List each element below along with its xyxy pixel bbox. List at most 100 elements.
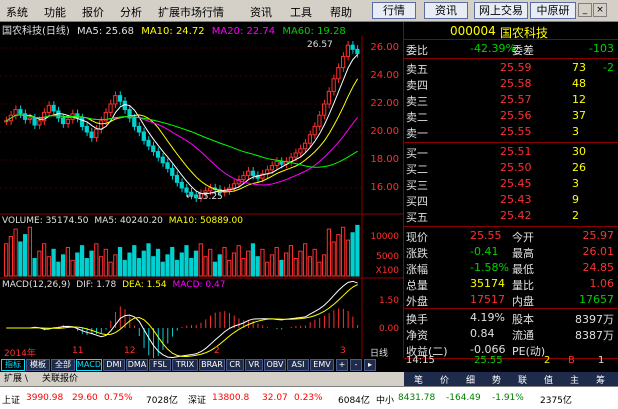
menu-quote[interactable]: 报价 <box>82 4 104 20</box>
volume-bar <box>13 228 18 277</box>
tab-obv[interactable]: OBV <box>264 359 286 371</box>
tab-related-quotes[interactable]: 关联报价 <box>42 373 78 385</box>
candle <box>75 113 80 119</box>
bid-price: 25.45 <box>500 177 532 190</box>
tab-trix[interactable]: TRIX <box>172 359 198 371</box>
stat-value: 1.06 <box>589 277 615 290</box>
tab-cr[interactable]: CR <box>226 359 244 371</box>
tab-trend[interactable]: 势 <box>492 373 501 386</box>
candle <box>84 125 89 133</box>
stat-label: 现价 <box>406 231 428 244</box>
fund-value: 8387万 <box>575 329 614 342</box>
quote-button[interactable]: 行情 <box>372 2 416 19</box>
macd-tick: 1.50 <box>378 296 399 306</box>
volume-bar <box>146 243 151 277</box>
stock-name: 国农科技 <box>500 26 549 40</box>
tab-related[interactable]: 联 <box>518 373 527 386</box>
candle <box>298 148 303 154</box>
volume-bar <box>269 254 275 277</box>
tab-all[interactable]: 全部 <box>51 359 75 371</box>
tab-extension[interactable]: 扩展 \ <box>4 373 28 385</box>
tab-macd[interactable]: MACD <box>76 359 102 371</box>
tab-template[interactable]: 模板 <box>26 359 50 371</box>
tab-brar[interactable]: BRAR <box>199 359 225 371</box>
volume-bar <box>22 234 28 277</box>
tab-asi[interactable]: ASI <box>287 359 309 371</box>
tab-dmi[interactable]: DMI <box>103 359 125 371</box>
weibi-row: 委比 -42.39% 委差 -103 <box>404 41 618 57</box>
tab-detail[interactable]: 细 <box>466 373 475 386</box>
tab-price[interactable]: 价 <box>440 373 449 386</box>
tab-chips[interactable]: 筹 <box>596 373 605 386</box>
ask-price: 25.59 <box>500 61 532 74</box>
online-trade-button[interactable]: 网上交易 <box>474 2 528 19</box>
candle <box>151 145 156 153</box>
bid-label: 买二 <box>406 163 428 176</box>
menu-extended-market[interactable]: 扩展市场行情 <box>158 4 224 20</box>
add-indicator-button[interactable]: + <box>336 359 348 371</box>
volume-bar <box>18 241 23 277</box>
weibi-label: 委比 <box>406 44 428 57</box>
info-button[interactable]: 资讯 <box>424 2 468 19</box>
sh-index: 3990.98 <box>26 393 64 403</box>
volume-value: VOLUME: 35174.50 <box>2 216 89 226</box>
volume-bar <box>84 258 89 277</box>
volume-bar <box>151 256 156 277</box>
ask-label: 卖一 <box>406 127 428 140</box>
volume-tick: 5000 <box>376 252 399 262</box>
menu-system[interactable]: 系统 <box>6 4 28 20</box>
tick-direction: B <box>568 355 575 366</box>
bid-row: 买一 25.51 30 <box>404 144 618 160</box>
fund-label: 流通 <box>512 329 534 342</box>
volume-bar <box>160 261 165 277</box>
kline-chart-panel[interactable]: 国农科技(日线) MA5: 25.68 MA10: 24.72 MA20: 22… <box>0 22 404 359</box>
quote-bottom-tabs: 笔 价 细 势 联 值 主 筹 <box>404 372 618 386</box>
volume-bar <box>246 250 251 277</box>
broker-research-button[interactable]: 中原研 <box>530 2 576 19</box>
x-tick: 12 <box>124 346 136 356</box>
menu-info[interactable]: 资讯 <box>250 4 272 20</box>
tick-row: 14:15 25.55 2 B 1 <box>404 354 618 370</box>
volume-bar <box>317 261 322 277</box>
candle <box>336 67 341 80</box>
volume-bar <box>189 258 194 277</box>
scroll-right-icon[interactable]: ▸ <box>364 359 376 371</box>
candle <box>174 174 180 183</box>
tab-tick[interactable]: 笔 <box>414 373 423 386</box>
fund-row: 净资 0.84 流通 8387万 <box>404 326 618 342</box>
volume-bar <box>303 243 308 277</box>
menu-analysis[interactable]: 分析 <box>120 4 142 20</box>
volume-bar <box>298 250 303 277</box>
stat-row: 涨跌 -0.41 最高 26.01 <box>404 244 618 260</box>
macd-value: MACD: 0.47 <box>172 280 226 290</box>
tab-dma[interactable]: DMA <box>126 359 148 371</box>
menu-tools[interactable]: 工具 <box>290 4 312 20</box>
minimize-icon[interactable]: _ <box>578 3 592 17</box>
ask-price: 25.57 <box>500 93 532 106</box>
stat-row: 涨幅 -1.58% 最低 24.85 <box>404 260 618 276</box>
candle <box>326 90 332 105</box>
volume-bar <box>117 246 123 277</box>
tab-value[interactable]: 值 <box>544 373 553 386</box>
volume-bar <box>341 226 346 277</box>
candle <box>350 44 355 50</box>
bid-volume: 26 <box>572 161 586 174</box>
menu-function[interactable]: 功能 <box>44 4 66 20</box>
tab-fsl[interactable]: FSL <box>149 359 171 371</box>
stat-label: 最高 <box>512 247 534 260</box>
volume-ma10: MA10: 50889.00 <box>168 216 243 226</box>
candle <box>345 44 351 57</box>
menu-bar: 系统 功能 报价 分析 扩展市场行情 资讯 工具 帮助 行情 资讯 网上交易 中… <box>0 0 618 22</box>
fund-value: 4.19% <box>470 311 505 324</box>
tab-vr[interactable]: VR <box>245 359 263 371</box>
candle <box>303 142 308 150</box>
close-icon[interactable]: × <box>593 3 607 17</box>
menu-help[interactable]: 帮助 <box>330 4 352 20</box>
tab-main[interactable]: 主 <box>570 373 579 386</box>
volume-bar <box>236 245 241 277</box>
volume-bar <box>46 256 51 277</box>
volume-bar <box>94 243 99 277</box>
remove-indicator-button[interactable]: - <box>350 359 362 371</box>
tab-emv[interactable]: EMV <box>310 359 334 371</box>
tab-indicator[interactable]: 指标 <box>1 359 25 371</box>
